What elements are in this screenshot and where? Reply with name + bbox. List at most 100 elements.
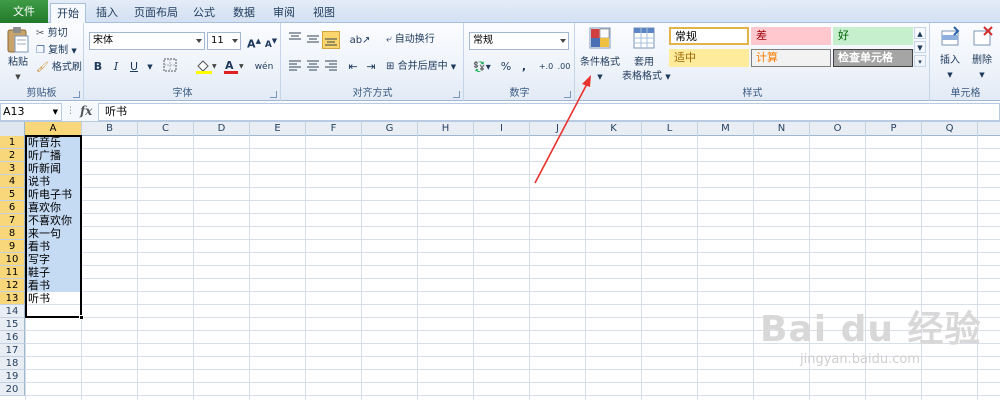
row-header-10[interactable]: 10 [0, 253, 25, 266]
grow-font-button[interactable]: A▲ [245, 32, 263, 51]
tab-view[interactable]: 视图 [308, 3, 340, 23]
clipboard-launcher-icon[interactable] [73, 91, 80, 98]
column-header-b[interactable]: B [82, 122, 138, 136]
column-header-q[interactable]: Q [922, 122, 978, 136]
decrease-indent-button[interactable]: ⇤ [344, 58, 362, 76]
cell-style-0[interactable]: 常规 [669, 27, 749, 45]
increase-indent-button[interactable]: ⇥ [362, 58, 380, 76]
font-color-button[interactable]: A ▼ [221, 58, 247, 76]
tab-data[interactable]: 数据 [228, 3, 260, 23]
tab-insert[interactable]: 插入 [92, 3, 122, 23]
cell-a12[interactable]: 看书 [26, 279, 81, 292]
column-header-k[interactable]: K [586, 122, 642, 136]
row-header-9[interactable]: 9 [0, 240, 25, 253]
cell-a8[interactable]: 来一句 [26, 227, 81, 240]
cell-style-2[interactable]: 好 [833, 27, 913, 45]
accounting-format-button[interactable]: 💱▾ [469, 58, 495, 76]
column-header-p[interactable]: P [866, 122, 922, 136]
column-header-a[interactable]: A [25, 122, 82, 136]
align-bottom-button[interactable] [322, 31, 340, 49]
row-header-3[interactable]: 3 [0, 162, 25, 175]
wrap-text-button[interactable]: ⤶ 自动换行 [386, 33, 435, 47]
row-header-20[interactable]: 20 [0, 383, 25, 396]
row-header-12[interactable]: 12 [0, 279, 25, 292]
format-as-table-button[interactable]: 套用 表格格式 ▼ [622, 25, 671, 84]
delete-cells-button[interactable]: 删除 ▼ [967, 25, 997, 82]
phonetic-button[interactable]: wén [251, 58, 277, 76]
cell-a2[interactable]: 听广播 [26, 149, 81, 162]
fill-color-button[interactable]: ▼ [193, 58, 219, 76]
row-header-19[interactable]: 19 [0, 370, 25, 383]
align-center-button[interactable] [304, 58, 322, 76]
column-header-n[interactable]: N [754, 122, 810, 136]
align-middle-button[interactable] [304, 31, 322, 49]
column-header-m[interactable]: M [698, 122, 754, 136]
cell-a9[interactable]: 看书 [26, 240, 81, 253]
row-header-18[interactable]: 18 [0, 357, 25, 370]
cell-a10[interactable]: 写字 [26, 253, 81, 266]
cell-style-4[interactable]: 计算 [751, 49, 831, 67]
select-all-corner[interactable] [0, 122, 25, 136]
chevron-down-icon[interactable]: ▼ [53, 104, 58, 120]
cut-button[interactable]: ✂ 剪切 [36, 27, 68, 41]
cell-style-3[interactable]: 适中 [669, 49, 749, 67]
cell-a1[interactable]: 听音乐 [26, 136, 81, 149]
font-name-combo[interactable]: 宋体 [89, 32, 205, 50]
cell-style-5[interactable]: 检查单元格 [833, 49, 913, 67]
conditional-formatting-button[interactable]: 条件格式 ▼ [578, 25, 622, 84]
font-launcher-icon[interactable] [270, 91, 277, 98]
insert-cells-button[interactable]: 插入 ▼ [935, 25, 965, 82]
cell-style-1[interactable]: 差 [751, 27, 831, 45]
cell-a3[interactable]: 听新闻 [26, 162, 81, 175]
tab-page-layout[interactable]: 页面布局 [130, 3, 182, 23]
row-header-5[interactable]: 5 [0, 188, 25, 201]
column-header-h[interactable]: H [418, 122, 474, 136]
cell-a11[interactable]: 鞋子 [26, 266, 81, 279]
row-header-6[interactable]: 6 [0, 201, 25, 214]
paste-button[interactable]: 粘贴 ▼ [4, 26, 32, 84]
number-format-combo[interactable]: 常规 [469, 32, 569, 50]
shrink-font-button[interactable]: A▼ [262, 32, 280, 50]
tab-formulas[interactable]: 公式 [188, 3, 220, 23]
row-header-14[interactable]: 14 [0, 305, 25, 318]
number-launcher-icon[interactable] [564, 91, 571, 98]
row-header-2[interactable]: 2 [0, 149, 25, 162]
row-header-7[interactable]: 7 [0, 214, 25, 227]
cell-a5[interactable]: 听电子书 [26, 188, 81, 201]
column-header-l[interactable]: L [642, 122, 698, 136]
formula-bar-splitter-icon[interactable]: ⋮ [66, 106, 76, 118]
row-header-11[interactable]: 11 [0, 266, 25, 279]
column-header-e[interactable]: E [250, 122, 306, 136]
orientation-button[interactable]: ab↗ [348, 31, 372, 49]
insert-function-icon[interactable]: fx [80, 104, 92, 118]
column-header-c[interactable]: C [138, 122, 194, 136]
formula-input[interactable]: 听书 [98, 103, 1000, 121]
borders-button[interactable] [159, 58, 181, 76]
italic-button[interactable]: I [107, 58, 125, 76]
align-top-button[interactable] [286, 31, 304, 49]
copy-button[interactable]: ❐ 复制 ▼ [36, 44, 77, 58]
row-header-16[interactable]: 16 [0, 331, 25, 344]
row-header-17[interactable]: 17 [0, 344, 25, 357]
column-header-j[interactable]: J [530, 122, 586, 136]
cell-a4[interactable]: 说书 [26, 175, 81, 188]
bold-button[interactable]: B [89, 58, 107, 76]
gallery-scroll-down-icon[interactable]: ▼ [914, 41, 926, 53]
row-header-8[interactable]: 8 [0, 227, 25, 240]
column-header-d[interactable]: D [194, 122, 250, 136]
percent-button[interactable]: % [497, 58, 515, 76]
column-header-f[interactable]: F [306, 122, 362, 136]
cell-a6[interactable]: 喜欢你 [26, 201, 81, 214]
gallery-scroll-up-icon[interactable]: ▲ [914, 27, 926, 39]
gallery-more-icon[interactable]: ▾ [914, 55, 926, 67]
cell-a13[interactable]: 听书 [26, 292, 81, 305]
increase-decimal-button[interactable]: +.0 [537, 58, 555, 76]
paste-dropdown-icon[interactable]: ▼ [4, 70, 32, 84]
column-header-r[interactable]: R [978, 122, 1000, 136]
decrease-decimal-button[interactable]: .00 [555, 58, 573, 76]
alignment-launcher-icon[interactable] [453, 91, 460, 98]
name-box[interactable]: A13 ▼ [0, 103, 62, 121]
align-left-button[interactable] [286, 58, 304, 76]
fill-handle[interactable] [79, 315, 84, 320]
row-header-1[interactable]: 1 [0, 136, 25, 149]
